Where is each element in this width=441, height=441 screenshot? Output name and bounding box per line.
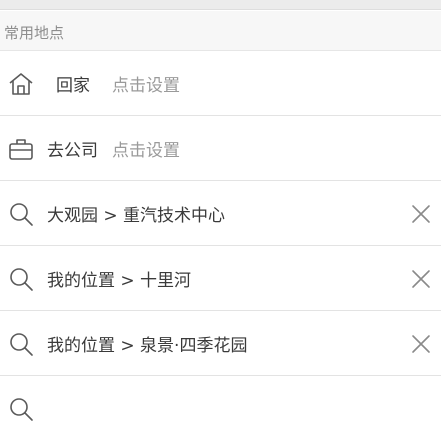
history-text: 我的位置 > 十里河 bbox=[47, 271, 192, 291]
search-icon bbox=[7, 395, 35, 423]
place-label-home: 回家 bbox=[56, 76, 90, 96]
section-title: 常用地点 bbox=[4, 24, 65, 42]
close-icon[interactable] bbox=[409, 332, 433, 356]
place-label-company: 去公司 bbox=[47, 141, 98, 161]
section-header: 常用地点 bbox=[0, 11, 441, 51]
top-bar bbox=[0, 0, 441, 10]
search-icon bbox=[7, 265, 35, 293]
history-text: 大观园 > 重汽技术中心 bbox=[47, 206, 226, 226]
place-row-home[interactable]: 回家 点击设置 bbox=[0, 51, 441, 116]
history-row[interactable]: 我的位置 > 十里河 bbox=[0, 246, 441, 311]
history-row[interactable]: 大观园 > 重汽技术中心 bbox=[0, 181, 441, 246]
history-row-partial[interactable] bbox=[0, 376, 441, 441]
place-row-company[interactable]: 去公司 点击设置 bbox=[0, 116, 441, 181]
close-icon[interactable] bbox=[409, 267, 433, 291]
history-text: 我的位置 > 泉景·四季花园 bbox=[47, 336, 248, 356]
place-hint-home[interactable]: 点击设置 bbox=[112, 71, 180, 96]
search-icon bbox=[7, 330, 35, 358]
home-icon bbox=[7, 70, 35, 98]
search-icon bbox=[7, 200, 35, 228]
briefcase-icon bbox=[7, 135, 35, 163]
history-row[interactable]: 我的位置 > 泉景·四季花园 bbox=[0, 311, 441, 376]
place-hint-company[interactable]: 点击设置 bbox=[112, 136, 180, 161]
close-icon[interactable] bbox=[409, 202, 433, 226]
